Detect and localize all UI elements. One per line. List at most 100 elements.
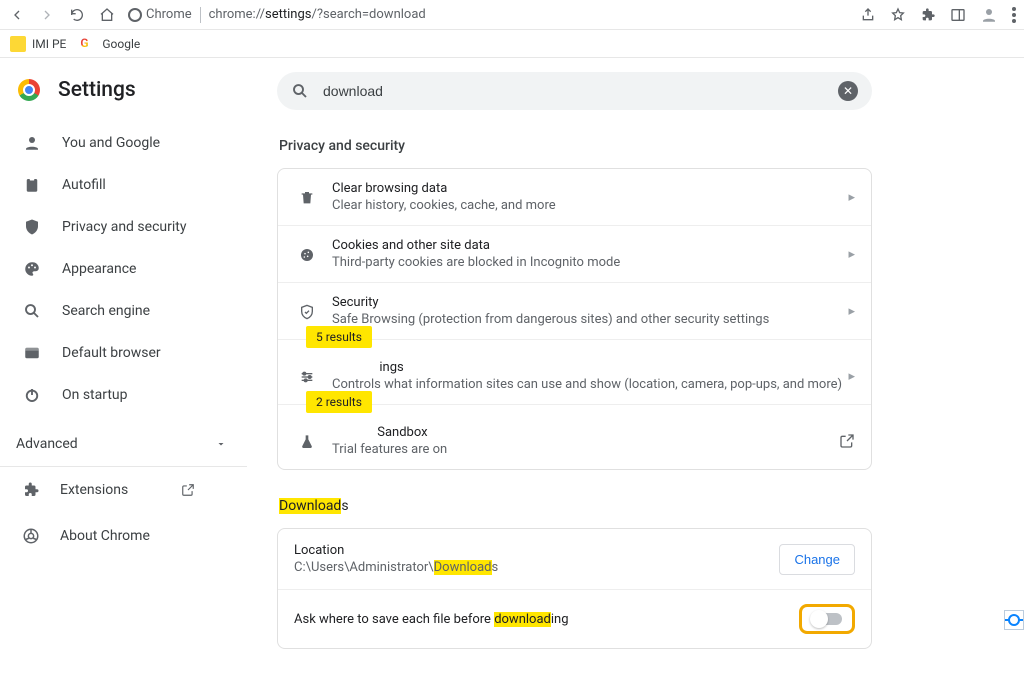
location-path: C:\Users\Administrator\Downloads bbox=[294, 560, 498, 575]
reload-button[interactable] bbox=[68, 6, 86, 24]
row-cookies[interactable]: Cookies and other site data Third-party c… bbox=[278, 226, 871, 283]
person-icon bbox=[22, 134, 42, 152]
annotation-highlight bbox=[799, 604, 855, 634]
sidebar-item-about[interactable]: About Chrome bbox=[0, 513, 247, 559]
sidebar-item-label: Privacy and security bbox=[62, 219, 186, 235]
puzzle-icon bbox=[22, 481, 40, 499]
sidebar-item-label: Search engine bbox=[62, 303, 150, 319]
home-button[interactable] bbox=[98, 6, 116, 24]
chevron-right-icon: ▸ bbox=[848, 304, 855, 319]
settings-main: ✕ Privacy and security Clear browsing da… bbox=[247, 58, 1024, 698]
browser-window-icon bbox=[22, 344, 42, 362]
sidebar-item-on-startup[interactable]: On startup bbox=[0, 374, 247, 416]
palette-icon bbox=[22, 260, 42, 278]
row-clear-browsing-data[interactable]: Clear browsing data Clear history, cookie… bbox=[278, 169, 871, 226]
privacy-card: Clear browsing data Clear history, cookie… bbox=[277, 168, 872, 470]
sidebar-item-you-and-google[interactable]: You and Google bbox=[0, 122, 247, 164]
row-privacy-sandbox[interactable]: 2 results Privacy SandboxTrial features … bbox=[278, 405, 871, 469]
shield-icon bbox=[22, 218, 42, 236]
search-icon bbox=[291, 82, 309, 100]
bookmark-google[interactable]: Google bbox=[80, 36, 140, 52]
chrome-about-icon bbox=[22, 527, 40, 545]
flask-icon bbox=[294, 432, 320, 450]
sidebar-advanced-toggle[interactable]: Advanced bbox=[0, 422, 247, 467]
clear-search-button[interactable]: ✕ bbox=[838, 81, 858, 101]
profile-avatar[interactable] bbox=[980, 6, 998, 24]
teamviewer-floater[interactable] bbox=[1004, 610, 1024, 630]
chevron-right-icon: ▸ bbox=[848, 247, 855, 262]
bookmark-favicon bbox=[10, 36, 26, 52]
row-subtitle: Clear history, cookies, cache, and more bbox=[332, 198, 848, 213]
sidebar-item-autofill[interactable]: Autofill bbox=[0, 164, 247, 206]
row-subtitle: Safe Browsing (protection from dangerous… bbox=[332, 312, 848, 327]
location-label: Location bbox=[294, 543, 498, 558]
bookmark-label: IMI PE bbox=[32, 37, 66, 51]
row-title: Privacy Sandbox bbox=[332, 425, 839, 440]
ask-toggle[interactable] bbox=[812, 613, 842, 625]
clipboard-icon bbox=[22, 176, 42, 194]
page-title: Settings bbox=[58, 78, 136, 102]
sidebar-item-extensions[interactable]: Extensions bbox=[0, 467, 247, 513]
power-icon bbox=[22, 386, 42, 404]
google-favicon-icon bbox=[80, 36, 96, 52]
row-ask-where-to-save: Ask where to save each file before downl… bbox=[278, 590, 871, 648]
section-downloads-title: Downloads bbox=[279, 498, 1014, 514]
sidebar-item-label: Appearance bbox=[62, 261, 136, 277]
row-subtitle: Trial features are on bbox=[332, 442, 839, 457]
side-panel-icon[interactable] bbox=[950, 7, 966, 23]
row-title: Site settings bbox=[332, 360, 848, 375]
row-title: Clear browsing data bbox=[332, 181, 848, 196]
section-privacy-title: Privacy and security bbox=[279, 138, 1014, 154]
sliders-icon bbox=[294, 367, 320, 385]
kebab-menu-icon[interactable] bbox=[1012, 7, 1016, 23]
sidebar-item-label: About Chrome bbox=[60, 528, 150, 544]
row-title: Security bbox=[332, 295, 848, 310]
chrome-logo-icon bbox=[18, 79, 40, 101]
chevron-down-icon bbox=[215, 438, 227, 450]
bookmark-label: Google bbox=[102, 37, 140, 51]
ask-label: Ask where to save each file before downl… bbox=[294, 612, 569, 627]
back-button[interactable] bbox=[8, 6, 26, 24]
chevron-right-icon: ▸ bbox=[848, 369, 855, 384]
sidebar-item-search-engine[interactable]: Search engine bbox=[0, 290, 247, 332]
sidebar-item-label: Extensions bbox=[60, 482, 128, 498]
sidebar-item-default-browser[interactable]: Default browser bbox=[0, 332, 247, 374]
chevron-right-icon: ▸ bbox=[848, 190, 855, 205]
sidebar-item-label: Autofill bbox=[62, 177, 106, 193]
share-icon[interactable] bbox=[860, 7, 876, 23]
sidebar-item-label: Default browser bbox=[62, 345, 161, 361]
site-info-icon bbox=[128, 8, 142, 22]
omnibox[interactable]: Chrome chrome://settings/?search=downloa… bbox=[128, 7, 848, 23]
cookie-icon bbox=[294, 245, 320, 263]
search-icon bbox=[22, 302, 42, 320]
downloads-card: Location C:\Users\Administrator\Download… bbox=[277, 528, 872, 649]
results-bubble: 2 results bbox=[306, 391, 372, 413]
teamviewer-icon bbox=[1008, 614, 1020, 626]
omni-url: chrome://settings/?search=download bbox=[209, 7, 426, 22]
forward-button[interactable] bbox=[38, 6, 56, 24]
browser-toolbar: Chrome chrome://settings/?search=downloa… bbox=[0, 0, 1024, 30]
extensions-icon[interactable] bbox=[920, 7, 936, 23]
row-download-location: Location C:\Users\Administrator\Download… bbox=[278, 529, 871, 590]
row-subtitle: Third-party cookies are blocked in Incog… bbox=[332, 255, 848, 270]
sidebar-item-appearance[interactable]: Appearance bbox=[0, 248, 247, 290]
settings-search-input[interactable] bbox=[321, 82, 838, 100]
change-location-button[interactable]: Change bbox=[779, 544, 855, 575]
omni-chrome-label: Chrome bbox=[146, 7, 192, 22]
sidebar-item-label: On startup bbox=[62, 387, 128, 403]
shield-check-icon bbox=[294, 302, 320, 320]
star-icon[interactable] bbox=[890, 7, 906, 23]
sidebar-item-label: You and Google bbox=[62, 135, 160, 151]
results-bubble: 5 results bbox=[306, 326, 372, 348]
open-in-new-icon bbox=[839, 433, 855, 449]
separator bbox=[200, 7, 201, 23]
settings-search-box[interactable]: ✕ bbox=[277, 72, 872, 110]
open-in-new-icon bbox=[181, 483, 195, 497]
row-title: Cookies and other site data bbox=[332, 238, 848, 253]
bookmark-imi-pe[interactable]: IMI PE bbox=[10, 36, 66, 52]
bookmarks-bar: IMI PE Google bbox=[0, 30, 1024, 58]
sidebar-item-privacy[interactable]: Privacy and security bbox=[0, 206, 247, 248]
trash-icon bbox=[294, 188, 320, 206]
settings-sidebar: Settings You and Google Autofill Privacy… bbox=[0, 58, 247, 698]
advanced-label: Advanced bbox=[16, 436, 78, 452]
